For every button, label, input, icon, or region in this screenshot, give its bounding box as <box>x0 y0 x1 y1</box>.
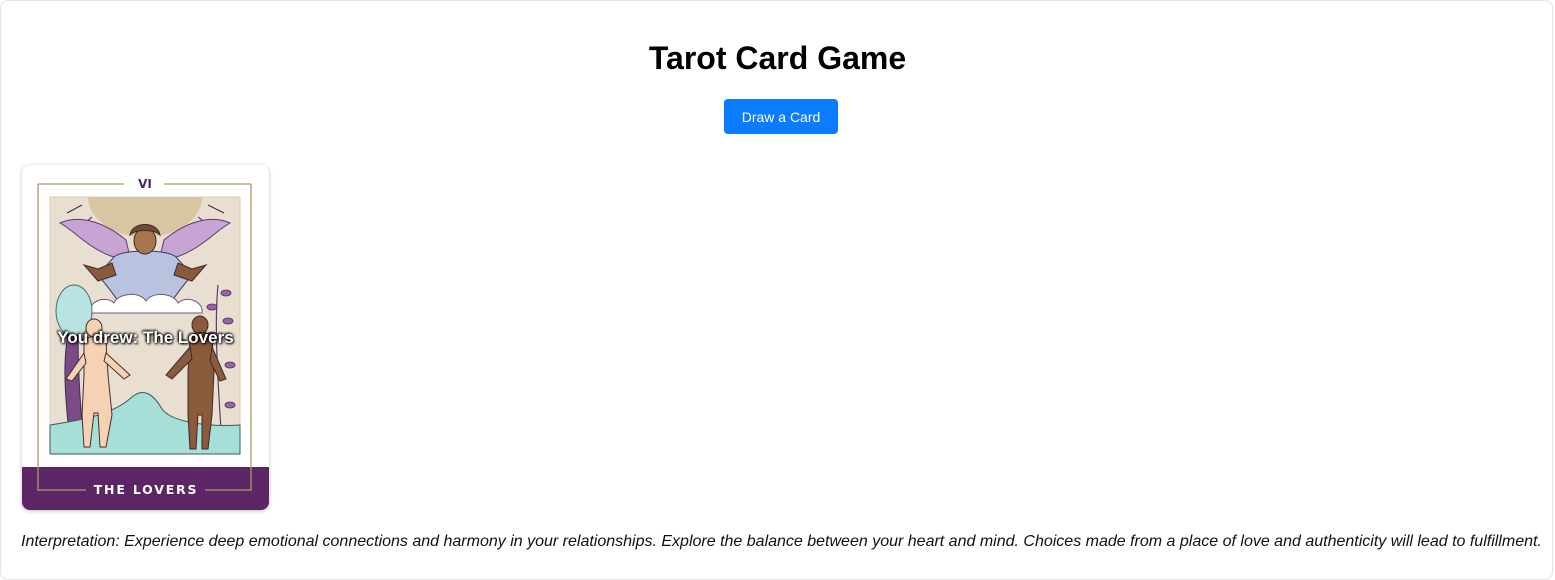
interpretation-text: Interpretation: Experience deep emotiona… <box>21 533 1542 550</box>
tarot-card: VI THE LOVERS You drew: The Lovers <box>22 165 269 510</box>
card-numeral: VI <box>138 177 152 191</box>
card-illustration <box>49 196 241 455</box>
card-name: THE LOVERS <box>94 482 199 497</box>
page-title: Tarot Card Game <box>648 40 907 76</box>
draw-card-button[interactable]: Draw a Card <box>724 99 838 134</box>
drawn-card-message: You drew: The Lovers <box>57 328 234 347</box>
